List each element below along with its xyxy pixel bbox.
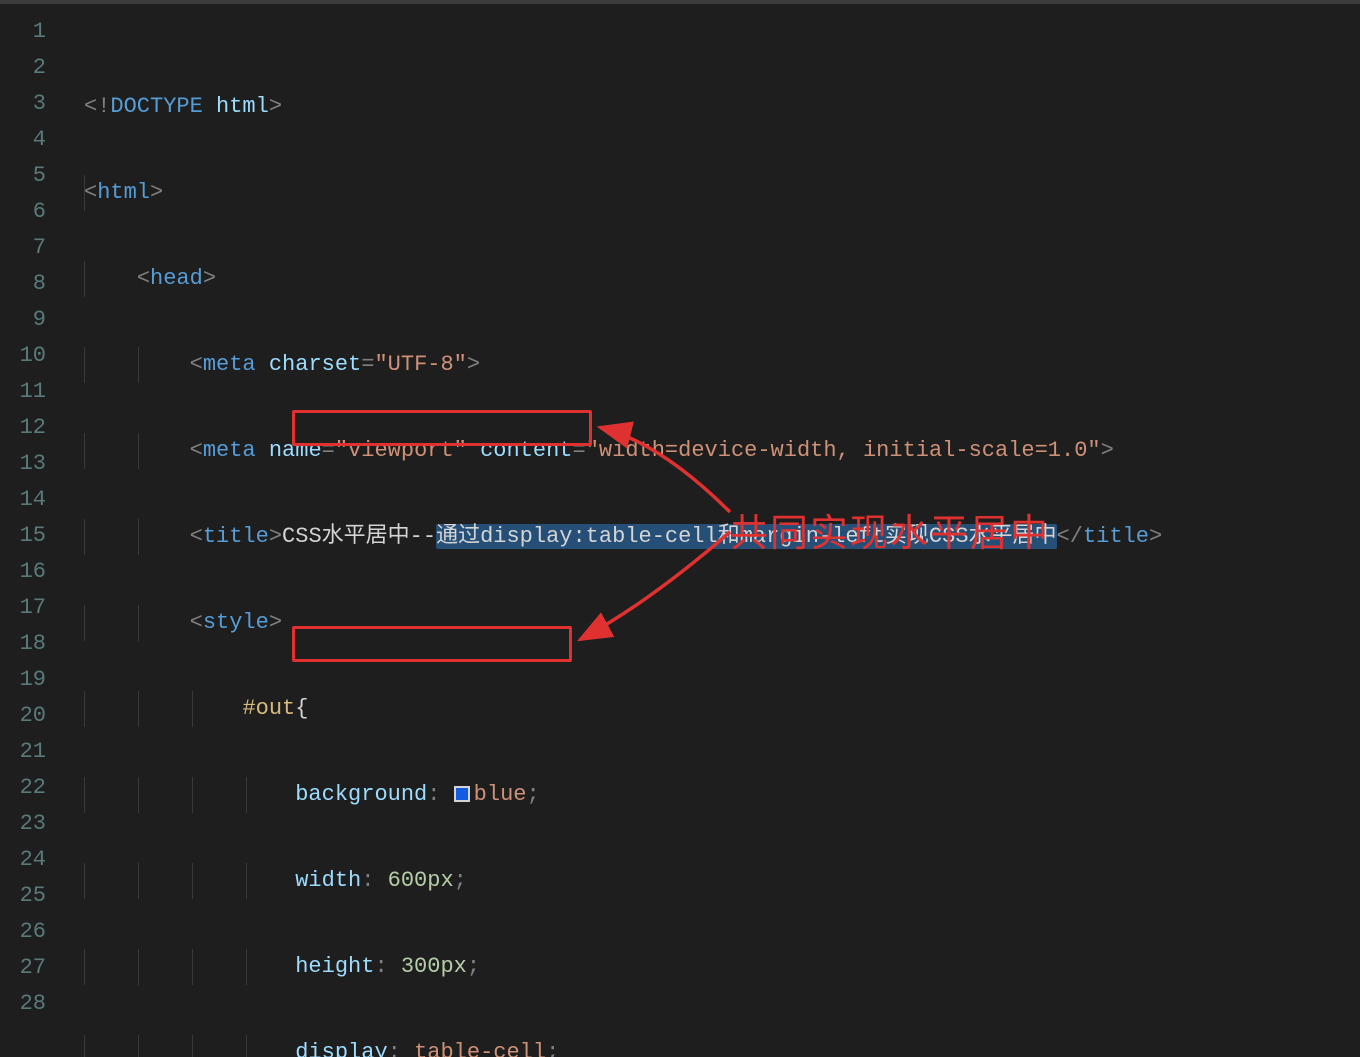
line-number: 26 <box>0 914 60 950</box>
line-number: 10 <box>0 338 60 374</box>
line-number: 23 <box>0 806 60 842</box>
tag-head-open: head <box>150 266 203 291</box>
line-number: 13 <box>0 446 60 482</box>
line-number: 17 <box>0 590 60 626</box>
attr-content: content <box>480 438 572 463</box>
tag-style: style <box>203 610 269 635</box>
line-number-gutter: 1234567891011121314151617181920212223242… <box>0 4 60 1057</box>
val-charset: "UTF-8" <box>374 352 466 377</box>
line-number: 28 <box>0 986 60 1022</box>
tag-meta2: meta <box>203 438 256 463</box>
line-number: 27 <box>0 950 60 986</box>
tag-html-open: html <box>97 180 150 205</box>
tag-meta: meta <box>203 352 256 377</box>
tag-title-close: title <box>1083 524 1149 549</box>
line-number: 14 <box>0 482 60 518</box>
line-number: 25 <box>0 878 60 914</box>
line-number: 4 <box>0 122 60 158</box>
prop-out-h: height <box>295 954 374 979</box>
prop-out-disp: display <box>295 1040 387 1057</box>
line-number: 9 <box>0 302 60 338</box>
code-area[interactable]: <!DOCTYPE html> <html> <head> <meta char… <box>60 4 1360 1057</box>
brace: { <box>295 696 308 721</box>
line-number: 18 <box>0 626 60 662</box>
line-number: 11 <box>0 374 60 410</box>
line-number: 12 <box>0 410 60 446</box>
line-number: 21 <box>0 734 60 770</box>
line-number: 15 <box>0 518 60 554</box>
line-number: 22 <box>0 770 60 806</box>
prop-out-w: width <box>295 868 361 893</box>
val-name: "viewport" <box>335 438 467 463</box>
val-content: "width=device-width, initial-scale=1.0" <box>586 438 1101 463</box>
attr-name: name <box>269 438 322 463</box>
code-editor[interactable]: 1234567891011121314151617181920212223242… <box>0 0 1360 1057</box>
val-out-disp: table-cell <box>414 1040 546 1057</box>
selector-out: #out <box>242 696 295 721</box>
prop-out-bg: background <box>295 782 427 807</box>
line-number: 3 <box>0 86 60 122</box>
val-out-w: 600px <box>388 868 454 893</box>
line-number: 2 <box>0 50 60 86</box>
line-number: 24 <box>0 842 60 878</box>
title-text-plain: CSS水平居中-- <box>282 524 436 549</box>
line-number: 7 <box>0 230 60 266</box>
line-number: 6 <box>0 194 60 230</box>
tag-title: title <box>203 524 269 549</box>
line-number: 19 <box>0 662 60 698</box>
attr-charset: charset <box>269 352 361 377</box>
line-number: 1 <box>0 14 60 50</box>
val-out-bg: blue <box>474 782 527 807</box>
line-number: 5 <box>0 158 60 194</box>
val-out-h: 300px <box>401 954 467 979</box>
line-number: 8 <box>0 266 60 302</box>
color-chip-blue <box>454 786 470 802</box>
title-text-highlight: 通过display:table-cell和margin-left实现CSS水平居… <box>436 524 1056 549</box>
line-number: 20 <box>0 698 60 734</box>
line-number: 16 <box>0 554 60 590</box>
